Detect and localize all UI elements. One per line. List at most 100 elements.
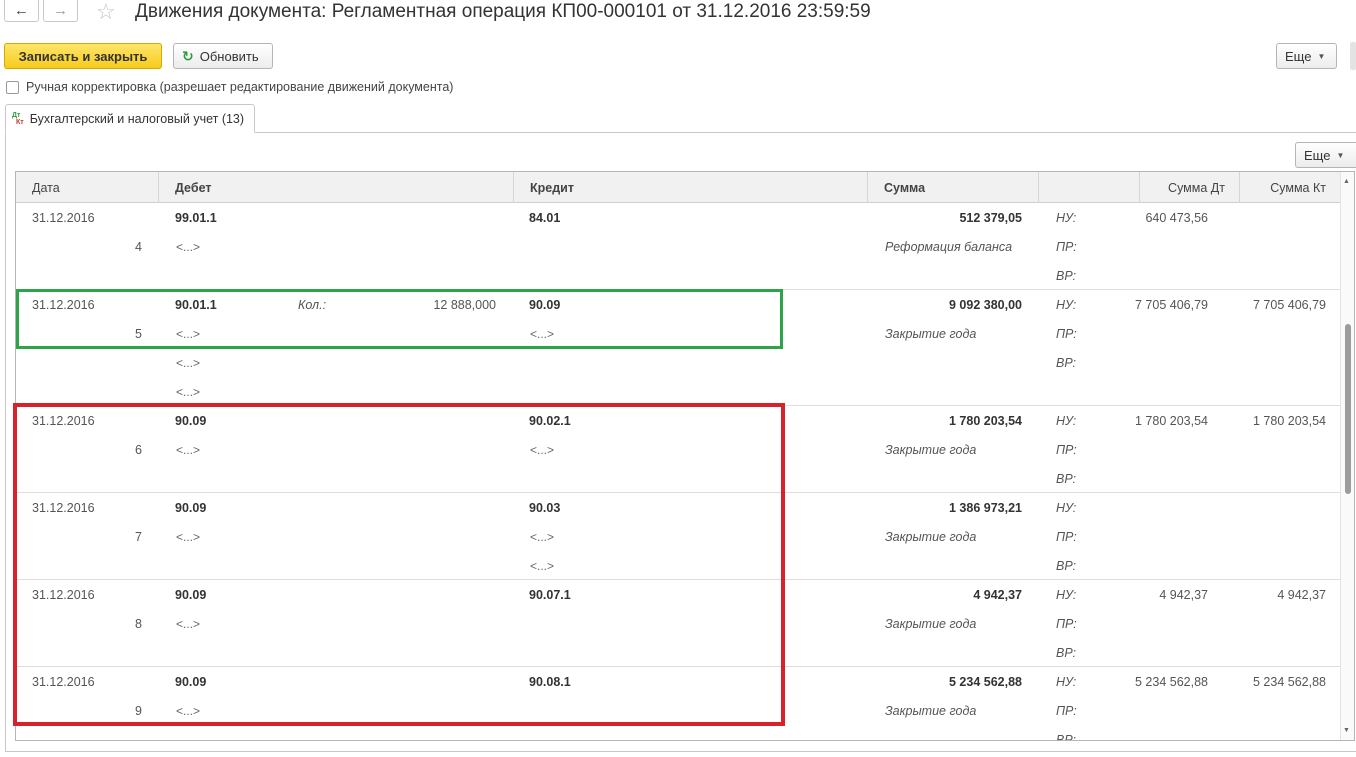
col-header-credit[interactable]: Кредит (514, 172, 868, 203)
scroll-down-icon[interactable]: ▼ (1343, 727, 1350, 734)
table-row[interactable]: 31.12.2016 6 90.09 <...> 90.02.1 <...> 1 780 2… (16, 406, 1340, 493)
sum-dt: 1 780 203,54 (1135, 414, 1208, 428)
posting-content: Закрытие года (885, 327, 977, 341)
debit-quantity-label: Кол.: (298, 298, 327, 312)
debit-account: 99.01.1 (175, 211, 217, 225)
tax-label: НУ: (1056, 298, 1077, 312)
tax-label: НУ: (1056, 501, 1077, 515)
document-movements-window: ← → ☆ Движения документа: Регламентная о… (0, 0, 1356, 757)
col-header-debit[interactable]: Дебет (159, 172, 514, 203)
posting-content: Закрытие года (885, 704, 977, 718)
debit-subconto: <...> (176, 704, 201, 718)
col-header-sum-kt[interactable]: Сумма Кт (1240, 172, 1340, 203)
posting-sum: 512 379,05 (959, 211, 1022, 225)
debit-account: 90.01.1 (175, 298, 217, 312)
refresh-label: Обновить (199, 48, 259, 64)
back-button[interactable]: ← (4, 0, 39, 22)
posting-content: Закрытие года (885, 617, 977, 631)
tax-label: ПР: (1056, 617, 1077, 631)
sum-dt: 7 705 406,79 (1135, 298, 1208, 312)
row-date: 31.12.2016 (32, 588, 95, 602)
tax-label: ВР: (1056, 472, 1077, 486)
table-row[interactable]: 31.12.2016 9 90.09 <...> 90.08.1 5 234 562,88… (16, 667, 1340, 740)
sum-kt: 7 705 406,79 (1253, 298, 1326, 312)
save-and-close-label: Записать и закрыть (18, 48, 148, 64)
debit-account: 90.09 (175, 588, 207, 602)
col-header-sum-dt[interactable]: Сумма Дт (1140, 172, 1240, 203)
tab-accounting[interactable]: Дт Кт Бухгалтерский и налоговый учет (13… (5, 104, 256, 133)
row-date: 31.12.2016 (32, 298, 95, 312)
row-number: 6 (135, 443, 142, 457)
posting-sum: 9 092 380,00 (949, 298, 1022, 312)
tax-label: НУ: (1056, 588, 1077, 602)
debit-subconto: <...> (176, 240, 201, 254)
row-date: 31.12.2016 (32, 211, 95, 225)
save-and-close-button[interactable]: Записать и закрыть (4, 43, 162, 69)
sum-dt: 640 473,56 (1145, 211, 1208, 225)
postings-table[interactable]: Дата Дебет Кредит Сумма Сумма Дт Сумма К… (15, 171, 1355, 741)
posting-sum: 1 780 203,54 (949, 414, 1022, 428)
scroll-up-icon[interactable]: ▲ (1343, 178, 1350, 185)
sum-kt: 5 234 562,88 (1253, 675, 1326, 689)
manual-correction-checkbox[interactable] (6, 80, 19, 94)
row-number: 9 (135, 704, 142, 718)
tax-label: НУ: (1056, 675, 1077, 689)
tax-label: ПР: (1056, 240, 1077, 254)
col-header-blank[interactable] (1039, 172, 1140, 203)
posting-content: Закрытие года (885, 443, 977, 457)
tax-label: НУ: (1056, 414, 1077, 428)
debit-subconto: <...> (176, 327, 201, 341)
table-row[interactable]: 31.12.2016 4 99.01.1 <...> 84.01 512 379,05 Ре… (16, 203, 1340, 290)
tax-label: ВР: (1056, 356, 1077, 370)
tax-label: ПР: (1056, 704, 1077, 718)
credit-account: 90.07.1 (529, 588, 571, 602)
row-number: 8 (135, 617, 142, 631)
arrow-right-icon: → (53, 2, 68, 19)
tax-label: НУ: (1056, 211, 1077, 225)
more-button[interactable]: Еще ▼ (1276, 43, 1337, 69)
row-number: 4 (135, 240, 142, 254)
refresh-icon: ↻ (182, 47, 194, 64)
debit-account: 90.09 (175, 675, 207, 689)
manual-correction-label: Ручная корректировка (разрешает редактир… (26, 80, 454, 94)
grid-more-button[interactable]: Еще ▼ (1295, 142, 1356, 168)
credit-account: 90.08.1 (529, 675, 571, 689)
table-row[interactable]: 31.12.2016 5 90.01.1 Кол.: 12 888,000 <...> <.… (16, 290, 1340, 406)
star-icon[interactable]: ☆ (96, 1, 116, 23)
chevron-down-icon: ▼ (1336, 150, 1345, 160)
chevron-down-icon: ▼ (1317, 51, 1326, 61)
tax-label: ПР: (1056, 443, 1077, 457)
table-scrollbar[interactable]: ▲ ▼ (1340, 172, 1354, 740)
tax-label: ПР: (1056, 530, 1077, 544)
debit-subconto: <...> (176, 617, 201, 631)
debit-quantity: 12 888,000 (433, 298, 496, 312)
col-header-sum[interactable]: Сумма (868, 172, 1039, 203)
row-number: 5 (135, 327, 142, 341)
tab-label: Бухгалтерский и налоговый учет (13) (29, 111, 245, 126)
dt-kt-icon: Дт Кт (12, 111, 24, 126)
sum-kt: 1 780 203,54 (1253, 414, 1326, 428)
sum-dt: 5 234 562,88 (1135, 675, 1208, 689)
refresh-button[interactable]: ↻ Обновить (173, 43, 273, 69)
manual-correction-row[interactable]: Ручная корректировка (разрешает редактир… (6, 80, 453, 94)
posting-content: Реформация баланса (885, 240, 1013, 254)
debit-account: 90.09 (175, 414, 207, 428)
tax-label: ВР: (1056, 269, 1077, 283)
form-scrollbar[interactable] (1350, 42, 1356, 70)
credit-subconto: <...> (530, 559, 555, 573)
credit-account: 84.01 (529, 211, 561, 225)
table-row[interactable]: 31.12.2016 8 90.09 <...> 90.07.1 4 942,37 Закр… (16, 580, 1340, 667)
forward-button[interactable]: → (43, 0, 78, 22)
row-date: 31.12.2016 (32, 414, 95, 428)
tax-label: ПР: (1056, 327, 1077, 341)
tax-label: ВР: (1056, 559, 1077, 573)
table-row[interactable]: 31.12.2016 7 90.09 <...> 90.03 <...> <...> 1 38… (16, 493, 1340, 580)
credit-subconto: <...> (530, 530, 555, 544)
sum-kt: 4 942,37 (1277, 588, 1326, 602)
col-header-date[interactable]: Дата (16, 172, 159, 203)
row-date: 31.12.2016 (32, 675, 95, 689)
debit-subconto: <...> (176, 356, 201, 370)
scrollbar-thumb[interactable] (1345, 324, 1351, 494)
row-number: 7 (135, 530, 142, 544)
posting-sum: 5 234 562,88 (949, 675, 1022, 689)
